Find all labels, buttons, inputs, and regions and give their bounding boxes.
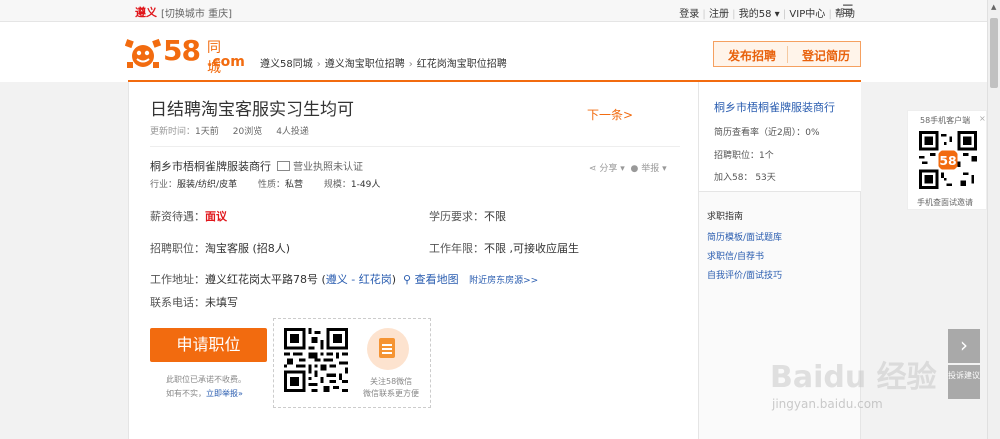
address-area-link[interactable]: 遵义 - 红花岗: [326, 273, 392, 286]
login-link[interactable]: 登录: [679, 9, 699, 20]
logo-com: .com: [207, 54, 245, 70]
close-icon[interactable]: ×: [979, 114, 986, 123]
map-pin-icon: ⚲: [399, 273, 412, 286]
next-arrow-button[interactable]: ›: [948, 329, 980, 363]
address-value: 遵义红花岗太平路78号 (: [205, 273, 326, 286]
scale-value: 1-49人: [350, 180, 381, 190]
sidebar-company-name[interactable]: 桐乡市梧桐雀牌服装商行: [714, 99, 835, 115]
next-job-link[interactable]: 下一条>: [587, 106, 633, 123]
logo-face-icon: [125, 38, 161, 68]
register-resume-button[interactable]: 登记简历: [802, 47, 850, 64]
view-map-link[interactable]: 查看地图: [415, 273, 459, 286]
report-now-link[interactable]: 立即举报»: [206, 389, 243, 398]
post-job-button[interactable]: 发布招聘: [728, 47, 776, 64]
company-card: 桐乡市梧桐雀牌服装商行 简历查看率（近2周）：0% 招聘职位：1个 加入58： …: [699, 82, 861, 192]
industry-value: 服装/纺织/皮革: [177, 180, 238, 190]
svg-text:58: 58: [939, 153, 956, 168]
nature-value: 私营: [284, 180, 303, 190]
vertical-scrollbar[interactable]: ▲: [987, 0, 1000, 439]
share-button[interactable]: 分享 ▾: [599, 164, 624, 174]
job-detail-panel: 日结聘淘宝客服实习生均可 下一条> 更新时间：1天前 20浏览 4人投递 桐乡市梧桐…: [128, 82, 699, 439]
experience-row: 工作年限：不限 ,可接收应届生: [429, 242, 579, 255]
company-info: 行业：服装/纺织/皮革 性质：私营 规模：1-49人: [150, 180, 381, 190]
divider: [787, 46, 788, 63]
no-fee-note: 此职位已承诺不收费。: [166, 375, 246, 384]
view-count: 20浏览: [232, 127, 263, 137]
wechat-doc-icon: [367, 328, 409, 370]
wechat-qr-box: 关注58微信 微信联系更方便: [273, 318, 431, 408]
feedback-button[interactable]: 投诉建议: [948, 365, 980, 399]
join-duration: 加入58： 53天: [714, 173, 776, 183]
breadcrumb-item[interactable]: 红花岗淘宝职位招聘: [417, 59, 507, 70]
experience-value: 不限 ,可接收应届生: [484, 242, 579, 255]
breadcrumb: 遵义58同城 › 遵义淘宝职位招聘 › 红花岗淘宝职位招聘: [260, 59, 507, 70]
watermark: Baidu 经验: [770, 360, 937, 395]
register-link[interactable]: 注册: [709, 9, 729, 20]
logo-58: 58: [163, 34, 201, 67]
job-count: 招聘职位：1个: [714, 151, 774, 161]
breadcrumb-item[interactable]: 遵义淘宝职位招聘: [325, 59, 405, 70]
switch-city-link[interactable]: [切换城市 重庆]: [161, 5, 232, 20]
position-row: 招聘职位：淘宝客服 (招8人): [150, 242, 291, 255]
report-icon: ●: [630, 164, 639, 174]
education-row: 学历要求：不限: [429, 210, 506, 223]
share-icon: ⋖: [589, 164, 597, 174]
report-button[interactable]: 举报 ▾: [641, 164, 666, 174]
share-report: ⋖ 分享 ▾ ● 举报 ▾: [589, 161, 667, 174]
app-qr-code-icon: 58: [919, 131, 977, 189]
current-city: 遵义: [135, 6, 157, 19]
report-note: 如有不实，立即举报»: [166, 389, 243, 398]
header: 58 同城 .com 遵义58同城 › 遵义淘宝职位招聘 › 红花岗淘宝职位招聘 发布招…: [0, 22, 1000, 82]
guide-link-interview[interactable]: 自我评价/面试技巧: [707, 268, 782, 281]
phone-value: 未填写: [205, 296, 238, 309]
top-bar: 遵义 [切换城市 重庆] 登录 | 注册 | 我的58 ▾ | VIP中心 | …: [0, 0, 1000, 22]
guide-link-letter[interactable]: 求职信/自荐书: [707, 249, 764, 262]
breadcrumb-item[interactable]: 遵义58同城: [260, 59, 313, 70]
wechat-contact-text: 微信联系更方便: [363, 389, 419, 398]
license-icon: [277, 161, 290, 171]
wechat-follow-text: 关注58微信: [370, 377, 413, 386]
company-name[interactable]: 桐乡市梧桐雀牌服装商行: [150, 158, 271, 174]
header-buttons: 发布招聘 登记简历: [713, 41, 861, 67]
guide-link-resume[interactable]: 简历模板/面试题库: [707, 230, 782, 243]
scroll-up-icon[interactable]: ▲: [991, 3, 996, 11]
license-status: 营业执照未认证: [277, 158, 363, 173]
address-row: 工作地址：遵义红花岗太平路78号 (遵义 - 红花岗) ⚲ 查看地图 附近房东房…: [150, 273, 539, 286]
watermark-url: jingyan.baidu.com: [772, 397, 883, 411]
qr-code-icon: [284, 328, 348, 392]
phone-row: 联系电话：未填写: [150, 296, 238, 309]
vip-link[interactable]: VIP中心: [789, 9, 825, 20]
scroll-thumb[interactable]: [990, 18, 998, 88]
salary-row: 薪资待遇：面议: [150, 210, 227, 223]
divider: [150, 146, 680, 147]
job-meta: 更新时间：1天前 20浏览 4人投递: [150, 127, 309, 137]
resume-view-rate: 简历查看率（近2周）：0%: [714, 128, 820, 138]
apply-job-button[interactable]: 申请职位: [150, 328, 267, 362]
app-subtitle: 手机查面试邀请: [917, 198, 973, 207]
menu-icon[interactable]: ☰: [842, 3, 854, 18]
update-time: 1天前: [195, 127, 219, 137]
app-download-box: 58手机客户端 × 58 手机查面试邀请: [907, 110, 987, 210]
nearby-housing-link[interactable]: 附近房东房源>>: [469, 276, 538, 286]
position-value: 淘宝客服 (招8人): [205, 242, 291, 255]
job-title: 日结聘淘宝客服实习生均可: [150, 100, 354, 120]
salary-value: 面议: [205, 210, 227, 223]
app-title: 58手机客户端: [920, 116, 971, 125]
top-links: 登录 | 注册 | 我的58 ▾ | VIP中心 | 帮助: [679, 9, 855, 20]
education-value: 不限: [484, 210, 506, 223]
my58-link[interactable]: 我的58 ▾: [739, 9, 780, 20]
apply-count: 4人投递: [276, 127, 309, 137]
job-guide-title: 求职指南: [707, 212, 744, 222]
